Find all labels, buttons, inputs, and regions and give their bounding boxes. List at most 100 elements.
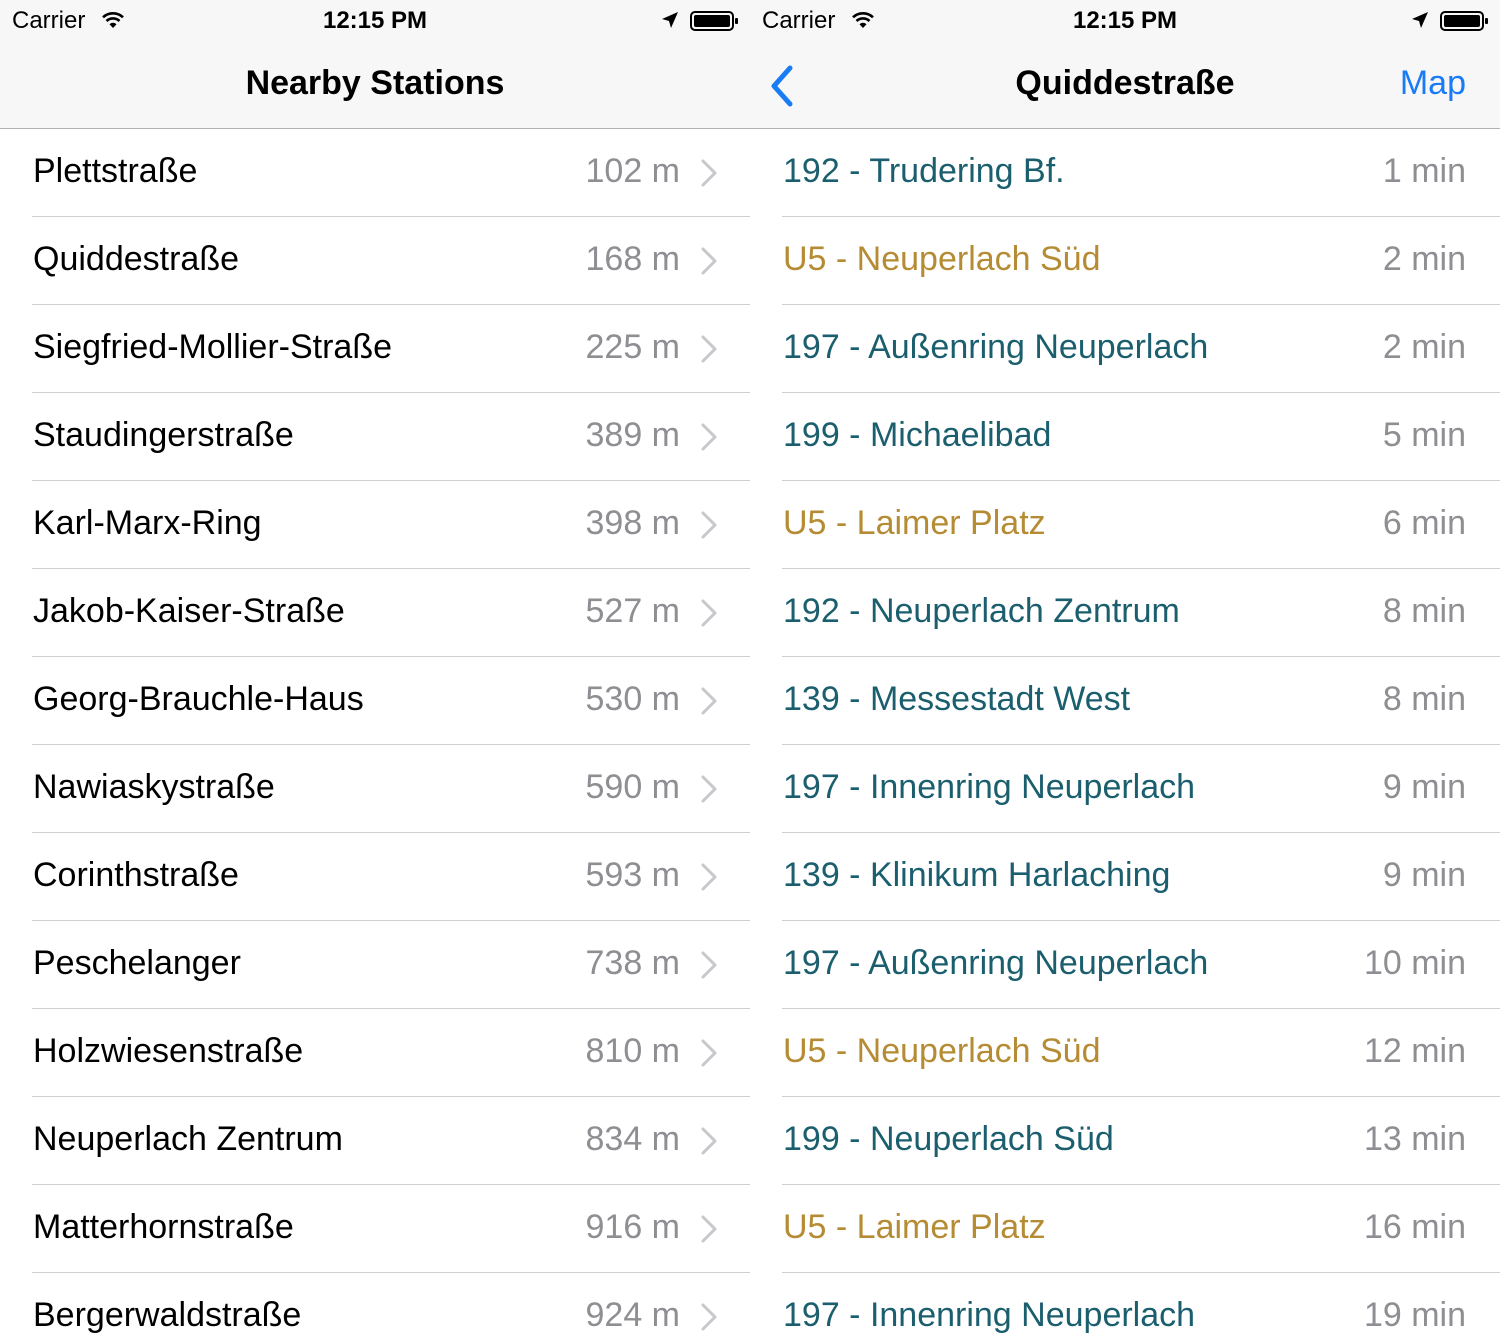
departure-row[interactable]: 199 - Neuperlach Süd 13 min [750,1097,1500,1185]
departure-time: 8 min [1382,680,1466,718]
departure-time: 8 min [1382,592,1466,630]
location-arrow-icon [1412,12,1428,28]
station-row[interactable]: Plettstraße 102 m [0,129,750,217]
station-distance: 102 m [585,152,681,190]
station-distance: 924 m [585,1296,681,1334]
station-name: Peschelanger [33,944,241,982]
chevron-right-icon [701,687,717,715]
departure-row[interactable]: 139 - Messestadt West 8 min [750,657,1500,745]
departure-line: 139 - Klinikum Harlaching [783,856,1171,894]
navigation-bar: Nearby Stations [0,40,750,129]
departure-time: 19 min [1363,1296,1466,1334]
station-row[interactable]: Georg-Brauchle-Haus 530 m [0,657,750,745]
departure-line: 139 - Messestadt West [783,680,1131,718]
departure-time: 2 min [1382,240,1466,278]
chevron-right-icon [701,1127,717,1155]
departure-row[interactable]: 197 - Außenring Neuperlach 10 min [750,921,1500,1009]
status-time: 12:15 PM [1072,7,1178,34]
chevron-right-icon [701,775,717,803]
departure-row[interactable]: 197 - Innenring Neuperlach 9 min [750,745,1500,833]
map-button[interactable]: Map [1400,64,1466,103]
departure-line: 197 - Innenring Neuperlach [783,1296,1196,1334]
station-row[interactable]: Corinthstraße 593 m [0,833,750,921]
chevron-right-icon [701,599,717,627]
departure-line: 192 - Neuperlach Zentrum [783,592,1180,630]
departure-time: 16 min [1363,1208,1466,1246]
nearby-stations-screen: Carrier 12:15 PM Nearby Stations Plettst… [0,0,750,1334]
station-distance: 834 m [585,1120,681,1158]
station-distance: 590 m [585,768,681,806]
departure-time: 13 min [1363,1120,1466,1158]
station-row[interactable]: Neuperlach Zentrum 834 m [0,1097,750,1185]
departure-row[interactable]: 139 - Klinikum Harlaching 9 min [750,833,1500,921]
departure-row[interactable]: 199 - Michaelibad 5 min [750,393,1500,481]
departure-time: 2 min [1382,328,1466,366]
departure-list: 192 - Trudering Bf. 1 min U5 - Neuperlach … [750,129,1500,1334]
station-row[interactable]: Matterhornstraße 916 m [0,1185,750,1273]
page-title: Nearby Stations [245,64,505,102]
status-bar: Carrier 12:15 PM [750,0,1500,40]
station-distance: 398 m [585,504,681,542]
departure-row[interactable]: 192 - Trudering Bf. 1 min [750,129,1500,217]
station-row[interactable]: Karl-Marx-Ring 398 m [0,481,750,569]
station-name: Holzwiesenstraße [33,1032,304,1070]
chevron-right-icon [701,1039,717,1067]
station-distance: 738 m [585,944,681,982]
station-distance: 389 m [585,416,681,454]
chevron-right-icon [701,247,717,275]
departure-line: 197 - Außenring Neuperlach [783,944,1209,982]
station-name: Bergerwaldstraße [33,1296,302,1334]
station-name: Siegfried-Mollier-Straße [33,328,392,366]
station-name: Jakob-Kaiser-Straße [33,592,345,630]
departure-row[interactable]: 197 - Innenring Neuperlach 19 min [750,1273,1500,1334]
chevron-right-icon [701,1303,717,1331]
station-name: Staudingerstraße [33,416,294,454]
departure-time: 9 min [1382,768,1466,806]
station-name: Plettstraße [33,152,198,190]
station-row[interactable]: Jakob-Kaiser-Straße 527 m [0,569,750,657]
departure-time: 6 min [1382,504,1466,542]
battery-icon [690,11,738,31]
departure-row[interactable]: U5 - Neuperlach Süd 12 min [750,1009,1500,1097]
departure-row[interactable]: U5 - Laimer Platz 6 min [750,481,1500,569]
station-row[interactable]: Quiddestraße 168 m [0,217,750,305]
navigation-bar: Quiddestraße Map [750,40,1500,129]
departure-line: 199 - Michaelibad [783,416,1052,454]
station-row[interactable]: Staudingerstraße 389 m [0,393,750,481]
station-distance: 527 m [585,592,681,630]
departure-row[interactable]: 192 - Neuperlach Zentrum 8 min [750,569,1500,657]
station-list: Plettstraße 102 m Quiddestraße 168 m Siegfri… [0,129,750,1334]
departure-time: 5 min [1382,416,1466,454]
departure-line: 199 - Neuperlach Süd [783,1120,1114,1158]
station-row[interactable]: Nawiaskystraße 590 m [0,745,750,833]
chevron-right-icon [701,863,717,891]
battery-icon [1440,11,1488,31]
station-name: Matterhornstraße [33,1208,294,1246]
station-row[interactable]: Bergerwaldstraße 924 m [0,1273,750,1334]
chevron-right-icon [701,423,717,451]
station-departures-screen: Carrier 12:15 PM Quiddestraße Map 192 - … [750,0,1500,1334]
departure-line: 197 - Innenring Neuperlach [783,768,1196,806]
departure-row[interactable]: U5 - Neuperlach Süd 2 min [750,217,1500,305]
station-name: Quiddestraße [33,240,239,278]
departure-line: U5 - Laimer Platz [783,504,1046,542]
chevron-right-icon [701,335,717,363]
departure-line: U5 - Neuperlach Süd [783,240,1101,278]
departure-row[interactable]: U5 - Laimer Platz 16 min [750,1185,1500,1273]
departure-line: 192 - Trudering Bf. [783,152,1065,190]
departure-line: U5 - Laimer Platz [783,1208,1046,1246]
status-time: 12:15 PM [322,7,428,34]
chevron-right-icon [701,159,717,187]
departure-line: 197 - Außenring Neuperlach [783,328,1209,366]
station-row[interactable]: Peschelanger 738 m [0,921,750,1009]
station-name: Karl-Marx-Ring [33,504,262,542]
station-row[interactable]: Holzwiesenstraße 810 m [0,1009,750,1097]
station-distance: 225 m [585,328,681,366]
departure-line: U5 - Neuperlach Süd [783,1032,1101,1070]
location-arrow-icon [662,12,678,28]
station-name: Georg-Brauchle-Haus [33,680,364,718]
station-distance: 168 m [585,240,681,278]
station-row[interactable]: Siegfried-Mollier-Straße 225 m [0,305,750,393]
departure-row[interactable]: 197 - Außenring Neuperlach 2 min [750,305,1500,393]
departure-time: 9 min [1382,856,1466,894]
